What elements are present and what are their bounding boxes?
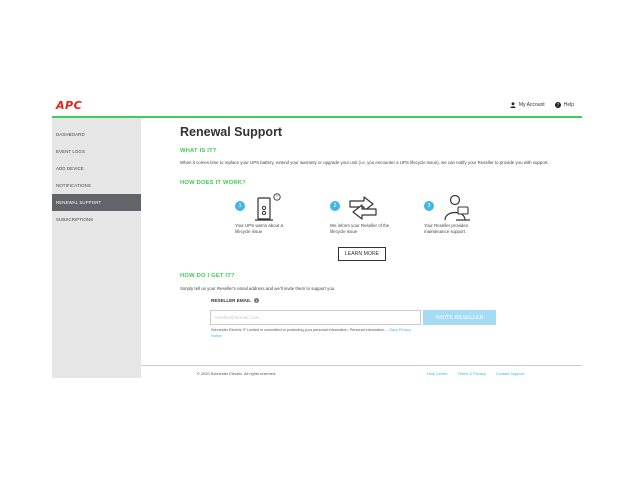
step-3: 3 Your Reseller provides maintenance sup…	[424, 193, 504, 243]
sidebar-item-renewal-support[interactable]: RENEWAL SUPPORT	[52, 194, 141, 211]
reseller-email-label: RESELLER EMAIL i	[211, 298, 260, 303]
help-icon: ?	[554, 102, 561, 108]
help-link[interactable]: ? Help	[554, 102, 574, 108]
privacy-text: Schneider Electric IT Limited is committ…	[211, 328, 390, 332]
help-label: Help	[563, 102, 574, 108]
help-center-link[interactable]: Help Center	[427, 371, 448, 376]
sidebar-item-add-device[interactable]: ADD DEVICE	[52, 160, 141, 177]
reseller-email-label-text: RESELLER EMAIL	[211, 298, 252, 303]
step-1-number: 1	[235, 201, 245, 211]
what-text: When it comes time to replace your UPS b…	[180, 160, 549, 165]
header-links: My Account ? Help	[510, 102, 574, 108]
my-account-link[interactable]: My Account	[510, 102, 545, 108]
step-2: 2 We inform your Reseller of the lifecyc…	[330, 193, 410, 243]
footer-links: Help Center Terms & Privacy Contact Supp…	[427, 371, 524, 376]
privacy-notice: Schneider Electric IT Limited is committ…	[211, 328, 421, 339]
step-1: 1 ! Your UPS warns about a lifecycle iss…	[235, 193, 315, 243]
page-title: Renewal Support	[180, 125, 283, 139]
footer: © 2020 Schneider Electric. All rights re…	[141, 366, 582, 380]
sidebar-item-subscriptions[interactable]: SUBSCRIPTIONS	[52, 211, 141, 228]
svg-text:!: !	[276, 195, 278, 201]
what-heading: WHAT IS IT?	[180, 148, 217, 154]
info-icon[interactable]: i	[254, 298, 260, 303]
step-2-caption: We inform your Reseller of the lifecycle…	[330, 223, 390, 234]
learn-more-button[interactable]: LEARN MORE	[338, 247, 386, 261]
apc-logo[interactable]: APC	[56, 99, 82, 112]
sidebar-item-dashboard[interactable]: DASHBOARD	[52, 126, 141, 143]
copyright: © 2020 Schneider Electric. All rights re…	[197, 371, 277, 376]
step-3-number: 3	[424, 201, 434, 211]
step-2-number: 2	[330, 201, 340, 211]
sidebar-item-notifications[interactable]: NOTIFICATIONS	[52, 177, 141, 194]
transfer-arrows-icon	[349, 196, 377, 220]
step-3-caption: Your Reseller provides maintenance suppo…	[424, 223, 469, 234]
my-account-label: My Account	[518, 102, 545, 108]
how-heading: HOW DOES IT WORK?	[180, 180, 246, 186]
contact-support-link[interactable]: Contact Support	[496, 371, 524, 376]
get-heading: HOW DO I GET IT?	[180, 273, 235, 279]
main-content: Renewal Support WHAT IS IT? When it come…	[141, 118, 582, 365]
invite-reseller-button[interactable]: INVITE RESELLER	[423, 310, 496, 325]
terms-privacy-link[interactable]: Terms & Privacy	[458, 371, 486, 376]
svg-text:?: ?	[557, 103, 559, 108]
step-1-caption: Your UPS warns about a lifecycle issue	[235, 223, 283, 234]
reseller-email-input[interactable]	[210, 310, 421, 325]
support-person-icon	[444, 194, 470, 221]
sidebar: DASHBOARD EVENT LOGS ADD DEVICE NOTIFICA…	[52, 118, 141, 378]
ups-battery-warning-icon: !	[255, 193, 281, 221]
top-header: APC My Account ? Help	[52, 96, 582, 116]
user-icon	[510, 102, 516, 108]
get-text: Simply tell us your Reseller's email add…	[180, 286, 336, 291]
sidebar-item-event-logs[interactable]: EVENT LOGS	[52, 143, 141, 160]
